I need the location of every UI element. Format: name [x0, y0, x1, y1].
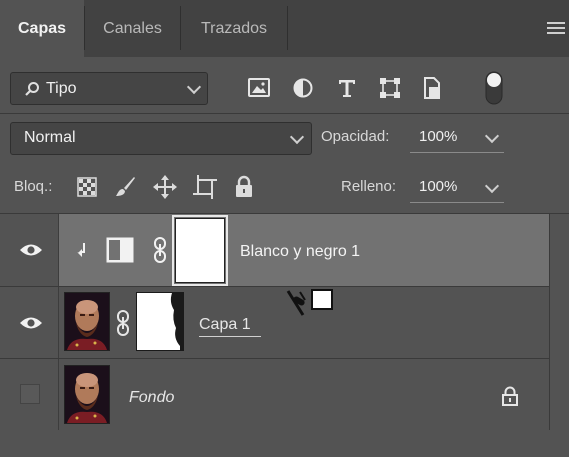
clipping-cursor-icon	[286, 289, 333, 316]
link-icon[interactable]	[152, 236, 168, 264]
link-icon[interactable]	[115, 309, 131, 337]
lock-label: Bloq.:	[14, 178, 53, 195]
layer-mask-thumbnail[interactable]	[136, 292, 184, 351]
divider	[0, 113, 569, 114]
layer-name[interactable]: Fondo	[129, 389, 174, 407]
layer-mask-thumbnail[interactable]	[172, 215, 228, 286]
tab-layers[interactable]: Capas	[0, 0, 84, 57]
lock-transparent-pixels-icon[interactable]	[77, 177, 97, 197]
panel-tab-bar: Capas Canales Trazados	[0, 0, 569, 57]
eye-icon	[20, 244, 42, 256]
blend-mode-value: Normal	[24, 129, 76, 146]
lock-image-pixels-icon[interactable]	[113, 175, 137, 199]
opacity-label: Opacidad:	[321, 128, 390, 145]
image-filter-icon[interactable]	[247, 77, 271, 99]
tab-divider	[287, 6, 288, 50]
type-filter-icon[interactable]	[336, 77, 358, 99]
panel-footer	[0, 430, 569, 457]
blend-mode-select[interactable]: Normal	[10, 122, 312, 155]
filter-toggle-icon[interactable]	[484, 70, 504, 106]
layer-row[interactable]: Capa 1	[0, 287, 549, 358]
layer-name[interactable]: Blanco y negro 1	[240, 243, 360, 261]
field-underline	[410, 202, 504, 203]
shape-filter-icon[interactable]	[378, 76, 402, 100]
adjustment-filter-icon[interactable]	[292, 77, 314, 99]
portrait-image	[65, 366, 109, 423]
clipping-arrow-icon	[77, 243, 85, 257]
layer-row[interactable]: Fondo	[0, 359, 549, 430]
tab-channels[interactable]: Canales	[85, 0, 180, 57]
layers-list: Blanco y negro 1 Capa 1 Fondo	[0, 214, 550, 430]
fill-label: Relleno:	[341, 178, 397, 195]
field-underline	[410, 152, 504, 153]
layer-content: Blanco y negro 1	[59, 214, 549, 286]
fill-value: 100%	[419, 178, 458, 195]
chevron-down-icon	[289, 129, 305, 145]
fill-field[interactable]: 100%	[410, 172, 504, 204]
layer-row[interactable]: Blanco y negro 1	[0, 214, 549, 286]
visibility-cell[interactable]	[0, 359, 59, 430]
chevron-down-icon	[484, 178, 500, 194]
visibility-checkbox[interactable]	[20, 384, 40, 404]
chevron-down-icon	[484, 128, 500, 144]
layer-thumbnail[interactable]	[64, 365, 110, 424]
portrait-image	[65, 293, 109, 350]
tab-paths[interactable]: Trazados	[181, 0, 287, 57]
layer-name[interactable]: Capa 1	[199, 316, 261, 337]
lock-all-icon[interactable]	[234, 175, 254, 199]
opacity-field[interactable]: 100%	[410, 122, 504, 154]
filter-kind-value: Tipo	[46, 80, 77, 97]
opacity-value: 100%	[419, 128, 458, 145]
layer-thumbnail[interactable]	[64, 292, 110, 351]
black-white-adjustment-icon	[106, 237, 134, 263]
visibility-cell[interactable]	[0, 287, 59, 358]
panel-menu-icon[interactable]	[547, 22, 565, 37]
search-icon	[25, 82, 39, 96]
eye-icon	[20, 317, 42, 329]
filter-kind-select[interactable]: Tipo	[10, 72, 208, 105]
chevron-down-icon	[186, 79, 202, 95]
smart-object-filter-icon[interactable]	[421, 76, 443, 100]
lock-artboard-icon[interactable]	[192, 174, 218, 200]
lock-position-icon[interactable]	[152, 174, 178, 200]
layer-lock-icon	[502, 386, 518, 406]
visibility-cell[interactable]	[0, 214, 59, 286]
